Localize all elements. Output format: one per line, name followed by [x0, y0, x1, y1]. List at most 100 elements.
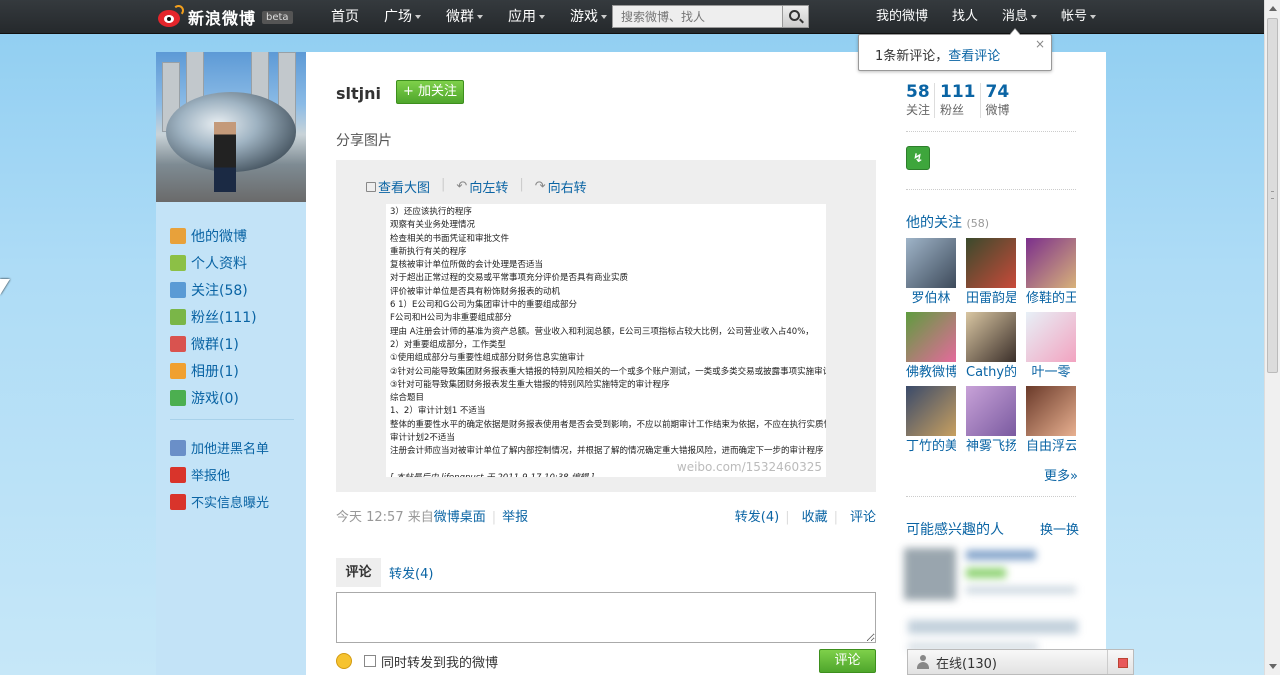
username[interactable]: sltjni — [336, 84, 381, 103]
scroll-down-icon[interactable] — [1269, 664, 1277, 669]
fans-icon — [170, 308, 186, 325]
search-icon — [789, 10, 800, 21]
shared-image[interactable]: 3）还应该执行的程序 观察有关业务处理情况 检查相关的书面凭证和审批文件 重新执行有关… — [386, 204, 826, 477]
nav-find-people[interactable]: 找人 — [952, 0, 978, 34]
nav-square[interactable]: 广场 — [384, 0, 421, 34]
swap-link[interactable]: 换一换 — [1040, 519, 1079, 538]
following-user-name[interactable]: 神雾飞扬 — [966, 436, 1016, 458]
rotate-left-link[interactable]: ↶ 向左转 — [456, 177, 508, 196]
avatar[interactable] — [1026, 386, 1076, 436]
sidebar-item-exposure[interactable]: 不实信息曝光 — [170, 488, 306, 515]
image-text-line: 复核被审计单位所做的会计处理是否适当 — [390, 260, 544, 271]
image-panel: 查看大图 | ↶ 向左转 | ↷ 向右转 3）还应该执行的程序 观察有关业务处理情况检… — [336, 160, 876, 492]
tab-reposts[interactable]: 转发(4) — [389, 563, 433, 582]
submit-comment-button[interactable]: 评论 — [819, 649, 876, 673]
sidebar-item-report[interactable]: 举报他 — [170, 461, 306, 488]
stat-following[interactable]: 58 关注 — [906, 83, 936, 118]
avatar[interactable] — [966, 386, 1016, 436]
avatar[interactable] — [906, 386, 956, 436]
stat-fans[interactable]: 111 粉丝 — [940, 83, 981, 118]
following-user[interactable]: 佛教微博 — [906, 312, 956, 384]
left-sidebar: 他的微博 个人资料 关注(58) 粉丝(111) 微群(1) 相册(1) 游戏(0) 加他进… — [156, 52, 306, 675]
following-user-name[interactable]: 佛教微博 — [906, 362, 956, 384]
following-user-name[interactable]: Cathy的 — [966, 362, 1016, 384]
following-user-name[interactable]: 修鞋的王 — [1026, 288, 1076, 310]
nav-groups[interactable]: 微群 — [446, 0, 483, 34]
rotate-right-link[interactable]: ↷ 向右转 — [535, 177, 587, 196]
divider: | — [785, 510, 790, 525]
avatar[interactable] — [966, 238, 1016, 288]
divider: | — [441, 177, 446, 192]
following-user[interactable]: Cathy的 — [966, 312, 1016, 384]
following-user-name[interactable]: 自由浮云 — [1026, 436, 1076, 458]
sidebar-item-game[interactable]: 游戏(0) — [170, 384, 306, 411]
nav-home[interactable]: 首页 — [331, 0, 359, 34]
online-bar[interactable]: 在线(130) — [907, 649, 1134, 675]
follow-button[interactable]: + 加关注 — [396, 80, 464, 104]
notification-popup: 1条新评论，查看评论 × — [858, 28, 1052, 71]
blurred-suggestions — [900, 540, 1106, 660]
repost-link[interactable]: 转发(4) — [735, 510, 779, 525]
sidebar-item-fans[interactable]: 粉丝(111) — [170, 303, 306, 330]
search-button[interactable] — [782, 5, 809, 28]
profile-photo[interactable] — [156, 52, 306, 202]
following-user[interactable]: 自由浮云 — [1026, 386, 1076, 458]
avatar[interactable] — [906, 238, 956, 288]
following-section-title[interactable]: 他的关注 (58) — [906, 212, 989, 232]
sidebar-item-album[interactable]: 相册(1) — [170, 357, 306, 384]
following-user-name[interactable]: 田雷韵是 — [966, 288, 1016, 310]
vertical-scrollbar[interactable] — [1264, 0, 1280, 675]
emoticon-icon[interactable] — [336, 653, 352, 669]
view-comments-link[interactable]: 查看评论 — [948, 49, 1000, 64]
following-user[interactable]: 神雾飞扬 — [966, 386, 1016, 458]
nav-groups-label: 微群 — [446, 9, 474, 25]
sidebar-divider — [170, 419, 294, 420]
sidebar-item-follow[interactable]: 关注(58) — [170, 276, 306, 303]
following-grid: 罗伯林 田雷韵是 修鞋的王佛教微博 Cathy的 叶一零丁竹的美 神雾飞扬 自由浮云 — [906, 238, 1078, 458]
game-icon — [170, 389, 186, 406]
search-input[interactable] — [612, 5, 782, 28]
avatar[interactable] — [1026, 238, 1076, 288]
scrollbar-thumb[interactable] — [1267, 18, 1278, 373]
following-user[interactable]: 丁竹的美 — [906, 386, 956, 458]
favorite-link[interactable]: 收藏 — [802, 510, 828, 525]
sidebar-item-profile-card[interactable]: 个人资料 — [170, 249, 306, 276]
following-user-name[interactable]: 罗伯林 — [906, 288, 956, 310]
image-text-line: 对于超出正常过程的交易或平常事项充分评价是否具有商业实质 — [390, 273, 629, 284]
chevron-down-icon — [477, 15, 483, 19]
medal-icon[interactable]: ↯ — [906, 146, 930, 170]
avatar[interactable] — [906, 312, 956, 362]
nav-apps[interactable]: 应用 — [508, 0, 545, 34]
more-following-link[interactable]: 更多» — [1044, 465, 1078, 484]
following-user-name[interactable]: 叶一零 — [1026, 362, 1076, 384]
nav-games[interactable]: 游戏 — [570, 0, 607, 34]
report-link[interactable]: 举报 — [502, 510, 528, 525]
tab-comments[interactable]: 评论 — [336, 558, 381, 587]
close-icon[interactable]: × — [1035, 37, 1045, 51]
scroll-up-icon[interactable] — [1269, 6, 1277, 11]
avatar[interactable] — [1026, 312, 1076, 362]
avatar[interactable] — [966, 312, 1016, 362]
sidebar-item-home[interactable]: 他的微博 — [170, 222, 306, 249]
following-user[interactable]: 田雷韵是 — [966, 238, 1016, 310]
nav-account[interactable]: 帐号 — [1061, 0, 1096, 34]
nav-my-weibo[interactable]: 我的微博 — [876, 0, 928, 34]
weibo-logo[interactable]: 新浪微博 beta — [156, 3, 293, 31]
sidebar-item-group[interactable]: 微群(1) — [170, 330, 306, 357]
following-user-name[interactable]: 丁竹的美 — [906, 436, 956, 458]
repost-checkbox[interactable] — [364, 655, 376, 667]
person-icon — [916, 655, 930, 669]
comment-link[interactable]: 评论 — [850, 510, 876, 525]
image-text-line: F公司和H公司为非重要组成部分 — [390, 313, 512, 324]
following-user[interactable]: 叶一零 — [1026, 312, 1076, 384]
following-user[interactable]: 罗伯林 — [906, 238, 956, 310]
comment-input[interactable] — [336, 592, 876, 643]
post-source-link[interactable]: 微博桌面 — [434, 510, 486, 525]
sidebar-item-blacklist[interactable]: 加他进黑名单 — [170, 434, 306, 461]
view-large-link[interactable]: 查看大图 — [366, 177, 430, 196]
stat-label: 微博 — [985, 103, 1010, 117]
rotate-right-icon: ↷ — [534, 179, 546, 194]
stat-posts[interactable]: 74 微博 — [986, 83, 1014, 118]
alert-icon[interactable] — [1118, 658, 1128, 668]
following-user[interactable]: 修鞋的王 — [1026, 238, 1076, 310]
